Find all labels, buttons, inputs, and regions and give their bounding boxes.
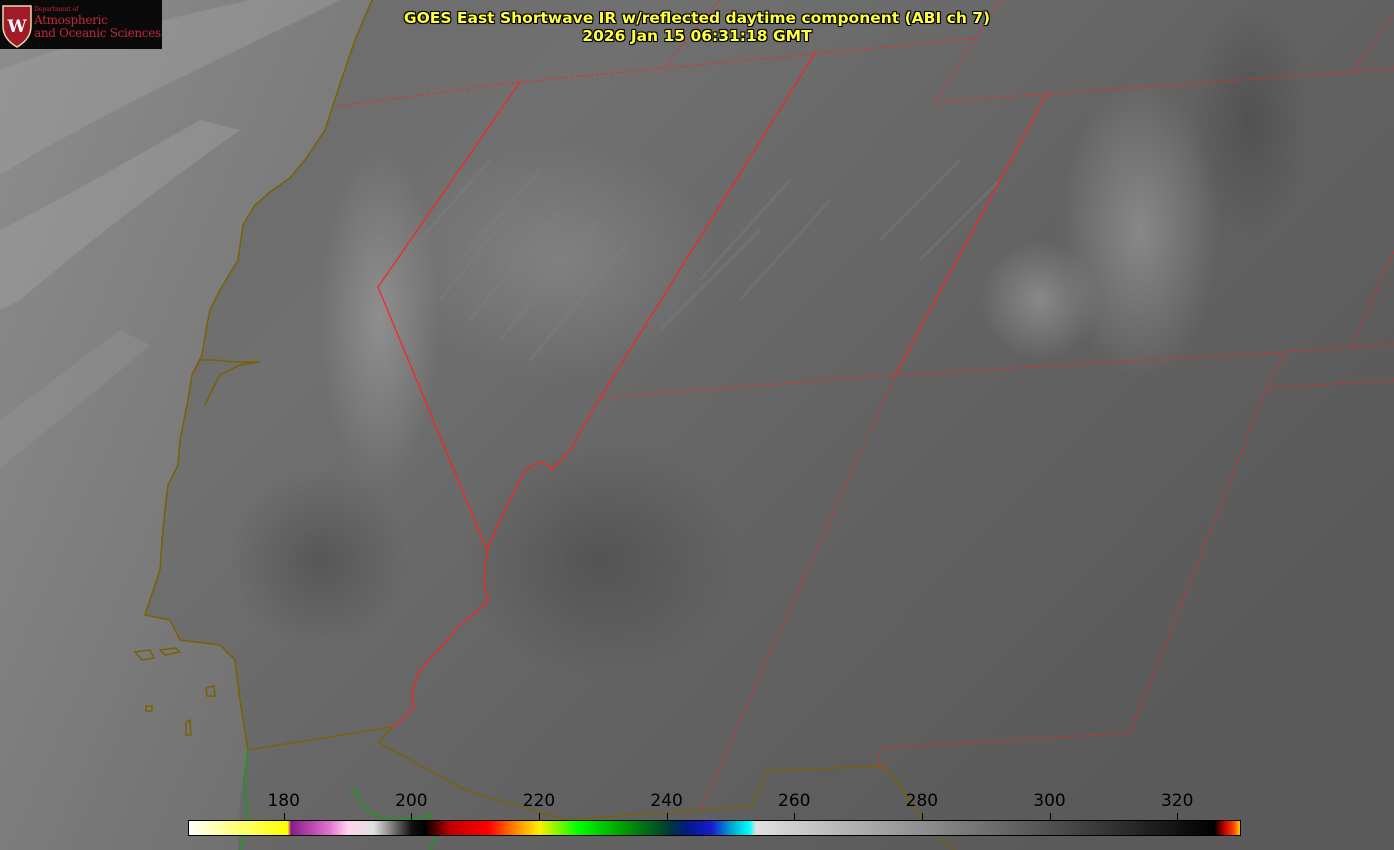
- dark-region: [230, 470, 410, 650]
- colorbar-tick-label: 260: [778, 791, 811, 811]
- colorbar-tick-mark: [1049, 813, 1051, 820]
- colorbar-tick-mark: [794, 813, 796, 820]
- colorbar-tick-mark: [1177, 813, 1179, 820]
- colorbar-tick-label: 220: [522, 791, 556, 811]
- colorbar-tick-label: 300: [1033, 791, 1066, 811]
- bright-region: [400, 140, 720, 380]
- colorbar-tick-label: 280: [905, 791, 939, 811]
- dark-region: [460, 440, 740, 680]
- colorbar-tick-label: 200: [395, 791, 428, 811]
- colorbar-tick-mark: [283, 813, 285, 820]
- title-timestamp: 2026 Jan 15 06:31:18 GMT: [582, 27, 812, 45]
- colorbar-tick-mark: [411, 813, 413, 820]
- colorbar-tick-label: 320: [1160, 791, 1194, 811]
- colorbar-tick-mark: [666, 813, 668, 820]
- colorbar-tick-label: 180: [267, 791, 300, 811]
- bright-region: [980, 240, 1100, 360]
- colorbar-tick-mark: [921, 813, 923, 820]
- colorbar: [188, 820, 1241, 836]
- title-product: GOES East Shortwave IR w/reflected dayti…: [403, 9, 991, 27]
- colorbar-tick-label: 240: [650, 791, 683, 811]
- colorbar-tick-mark: [539, 813, 540, 820]
- satellite-map[interactable]: [0, 0, 1394, 850]
- image-title: GOES East Shortwave IR w/reflected dayti…: [0, 9, 1394, 45]
